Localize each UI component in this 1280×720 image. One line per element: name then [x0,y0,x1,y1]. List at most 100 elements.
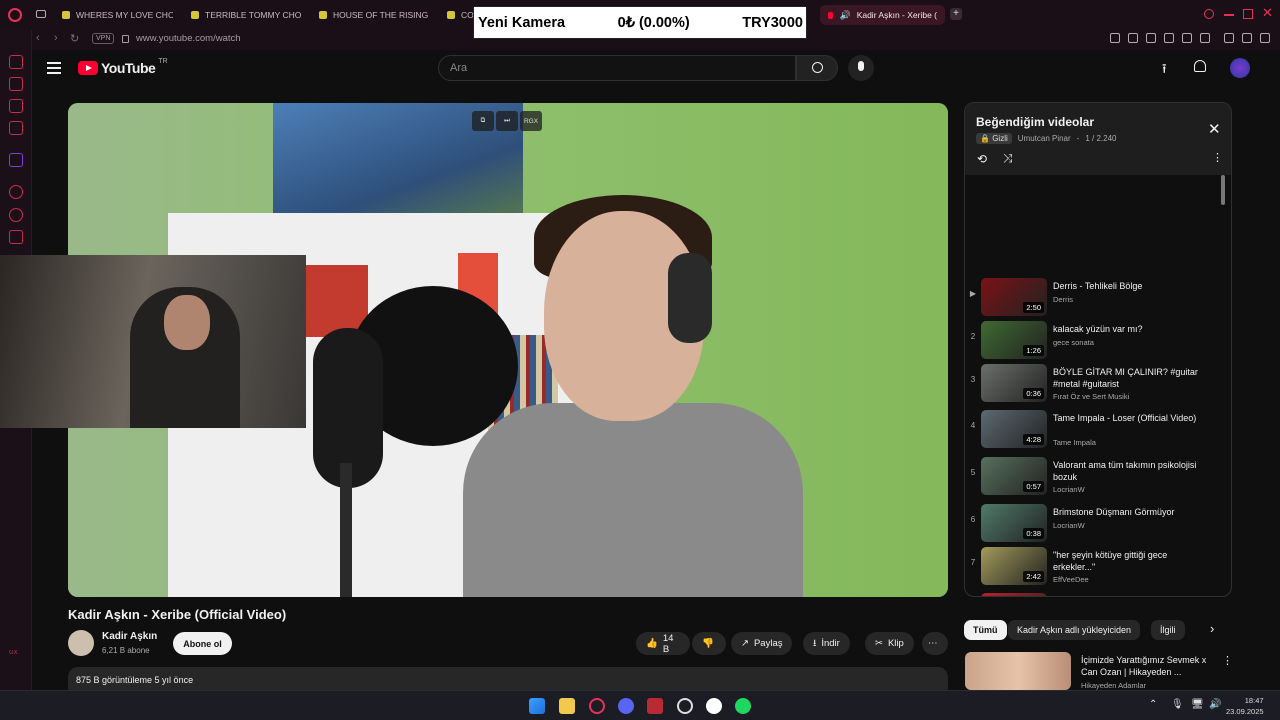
rgx-button[interactable]: RGX [520,111,542,131]
snapshot-icon[interactable] [1128,33,1138,43]
spotify-icon[interactable] [735,698,751,714]
channel-avatar[interactable] [68,630,94,656]
messenger-icon[interactable] [9,99,23,113]
hamburger-menu-icon[interactable] [47,62,61,64]
chips-next-icon[interactable]: › [1210,621,1214,636]
clip-button[interactable]: ✂ Klip [865,632,914,655]
skip-next-icon[interactable]: ⏭ [496,111,518,131]
opera-logo-icon[interactable] [8,8,22,22]
mail-icon[interactable] [9,121,23,135]
loop-icon[interactable]: ⟲ [977,152,987,166]
playlist-item-title[interactable]: Tame Impala - Loser (Official Video) [1053,412,1208,424]
playlist-item-title[interactable]: Valorant ama tüm takımın psikolojisi boz… [1053,459,1208,483]
tab-1[interactable]: WHERES MY LOVE CHOR [58,5,173,25]
tab-2[interactable]: TERRIBLE TOMMY CHOR [187,5,302,25]
subscribe-button[interactable]: Abone ol [173,632,232,655]
play-icon[interactable] [1182,33,1192,43]
dislike-button[interactable]: 👎 [692,632,726,655]
new-tab-button[interactable]: + [950,8,962,20]
shield-icon[interactable] [1146,33,1156,43]
playlist-item[interactable]: 2 1:26 kalacak yüzün var mı? gece sonata [965,320,1223,363]
file-explorer-icon[interactable] [559,698,575,714]
network-icon[interactable]: 🖥 [1191,699,1204,710]
menu-icon[interactable] [1274,33,1277,43]
search-tabs-icon[interactable] [1204,9,1214,19]
playlist-item[interactable]: 5 0:57 Valorant ama tüm takımın psikolojis… [965,456,1223,499]
playlist-item-title[interactable]: Brimstone Düşmanı Görmüyor [1053,506,1208,518]
playlist-item-thumbnail[interactable]: 0:36 [981,364,1047,402]
clock[interactable]: 18:47 23.09.2025 [1226,695,1264,717]
playlist-title[interactable]: Beğendiğim videolar [976,115,1094,129]
playlist-item[interactable]: 6 0:38 Brimstone Düşmanı Görmüyor LocrianW [965,503,1223,546]
channel-name[interactable]: Kadir Aşkın [102,631,157,642]
playlist-item-thumbnail[interactable]: 0:57 [981,457,1047,495]
discord-icon[interactable] [618,698,634,714]
reload-icon[interactable]: ↻ [70,32,79,45]
tab-3[interactable]: HOUSE OF THE RISING S [315,5,430,25]
volume-icon[interactable]: 🔊 [1209,699,1221,710]
playlist-item-thumbnail[interactable]: 2:42 [981,547,1047,585]
player-icon[interactable] [9,185,23,199]
search-input[interactable]: Ara [438,55,796,81]
shuffle-icon[interactable]: ⤨ [1003,151,1013,166]
playlist-item-thumbnail[interactable]: 2:50 [981,278,1047,316]
heart-icon[interactable] [1200,33,1210,43]
vpn-badge[interactable]: VPN [92,33,115,44]
notifications-bell-icon[interactable] [1194,60,1206,72]
recommendation-channel[interactable]: Hikayeden Adamlar [1081,681,1146,690]
playlist-item[interactable]: ▶ 2:50 Derris - Tehlikeli Bölge Derris [965,277,1223,320]
speed-dial-icon[interactable] [9,77,23,91]
recommendation-thumbnail[interactable] [965,652,1071,690]
like-button[interactable]: 👍 14 B [636,632,690,655]
playlist-owner[interactable]: Umutcan Pinar [1018,134,1071,143]
recommendation-menu-icon[interactable]: ⋮ [1222,654,1233,667]
more-actions-button[interactable]: ⋯ [922,632,948,655]
extensions-puzzle-icon[interactable] [1224,33,1234,43]
playlist-item[interactable]: 3 0:36 BÖYLE GİTAR MI ÇALINIR? #guitar #me… [965,363,1223,406]
playlist-item-title[interactable]: NASIL İNANIRIM SANA [1053,595,1208,596]
chip-all[interactable]: Tümü [964,620,1007,640]
mic-tray-icon[interactable]: 🎙 [1171,699,1184,710]
chip-uploader[interactable]: Kadir Aşkın adlı yükleyiciden [1008,620,1141,640]
wallet-icon[interactable] [1164,33,1174,43]
download-button[interactable]: ⭳ İndir [803,632,850,655]
opera-gx-icon[interactable] [589,698,605,714]
obs-icon[interactable] [706,698,722,714]
tab-active[interactable]: 🔊 Kadir Aşkın - Xeribe ( [820,5,945,25]
voicemeeter-icon[interactable] [647,698,663,714]
forward-icon[interactable]: › [54,32,58,44]
playlist-item-title[interactable]: Derris - Tehlikeli Bölge [1053,280,1208,292]
popout-icon[interactable]: ⧉ [472,111,494,131]
tab-manager-icon[interactable] [36,10,46,18]
gx-icon[interactable]: GX [9,650,23,664]
download-icon[interactable] [1260,33,1270,43]
playlist-item[interactable]: 4 4:28 Tame Impala - Loser (Official Video… [965,409,1223,452]
voice-search-button[interactable] [848,55,874,81]
back-icon[interactable]: ‹ [36,32,40,44]
chip-related[interactable]: İlgili [1151,620,1185,640]
steelseries-icon[interactable] [677,698,693,714]
copy-icon[interactable] [1242,33,1252,43]
playlist-item-thumbnail[interactable]: 4:28 [981,410,1047,448]
playlist-item[interactable]: 83:11NASIL İNANIRIM SANACocaColastic [965,592,1223,596]
close-playlist-icon[interactable]: ✕ [1208,120,1221,138]
playlist-scrollbar[interactable] [1221,175,1225,205]
playlist-item-thumbnail[interactable]: 1:26 [981,321,1047,359]
account-avatar[interactable] [1230,58,1250,78]
playlist-item[interactable]: 7 2:42 "her şeyin kötüye gittiği gece erke… [965,546,1223,589]
tray-chevron-icon[interactable]: ⌃ [1149,699,1157,710]
playlist-item-title[interactable]: "her şeyin kötüye gittiği gece erkekler.… [1053,549,1208,573]
playlist-item-thumbnail[interactable]: 0:38 [981,504,1047,542]
upload-icon[interactable]: ⭱ [1162,60,1167,82]
minimize-button[interactable] [1224,14,1234,16]
recommendation-title[interactable]: İçimizde Yarattığımız Sevmek x Can Ozan … [1081,654,1216,678]
history-icon[interactable] [9,55,23,69]
youtube-logo[interactable]: YouTube TR [78,58,168,76]
pin-icon[interactable] [1110,33,1120,43]
url-field[interactable]: www.youtube.com/watch [136,33,241,44]
share-button[interactable]: ↗ Paylaş [731,632,793,655]
playlist-menu-icon[interactable]: ⋮ [1212,151,1223,164]
maximize-button[interactable] [1243,9,1253,19]
search-button[interactable] [796,55,838,81]
windows-start-icon[interactable] [529,698,545,714]
